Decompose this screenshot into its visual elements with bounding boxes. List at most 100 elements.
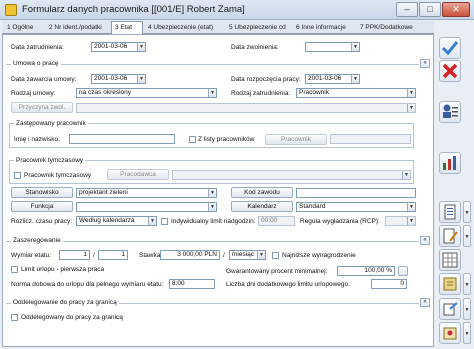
title-bar: Formularz danych pracownika [[001/E] Rob… xyxy=(0,0,474,20)
chevron-down-icon[interactable]: ▼ xyxy=(407,104,415,112)
data-zawarcia-field[interactable]: 2001-03-06 ▼ xyxy=(91,74,146,84)
stanowisko-field[interactable]: projektant zieleni ▼ xyxy=(76,188,217,198)
tab-ppk-dodatkowe[interactable]: 7 PPK/Dodatkowe xyxy=(357,22,433,34)
imie-nazwisko-label: Imię i nazwisko: xyxy=(14,136,60,143)
indywidualny-limit-checkbox[interactable] xyxy=(161,218,168,225)
kalendarz-button[interactable]: Kalendarz xyxy=(231,201,293,212)
data-rozpoczecia-field[interactable]: 2001-03-06 ▼ xyxy=(305,74,360,84)
close-button[interactable]: ✕ xyxy=(442,2,470,17)
rodzaj-zatrudnienia-select[interactable]: Pracownik ▼ xyxy=(296,88,416,98)
wymiar-separator: / xyxy=(93,252,95,259)
calendar-dropdown-icon[interactable]: ▼ xyxy=(351,43,359,51)
tab-strip: 1 Ogólne 2 Nr ident./podatki 3 Etat 4 Ub… xyxy=(2,21,434,35)
archive-icon xyxy=(443,327,457,340)
cancel-button[interactable] xyxy=(439,60,461,82)
kod-zawodu-field[interactable] xyxy=(296,188,416,198)
oddelegowany-checkbox[interactable] xyxy=(11,314,18,321)
archive-button[interactable] xyxy=(439,322,461,344)
imie-nazwisko-field[interactable] xyxy=(69,134,175,144)
limit-urlopu-checkbox[interactable] xyxy=(11,266,18,273)
minimize-button[interactable]: – xyxy=(396,2,418,17)
save-button[interactable] xyxy=(439,37,461,59)
collapse-icon[interactable]: « xyxy=(420,298,430,307)
export-dropdown[interactable]: ▼ xyxy=(463,298,471,320)
etat-panel: Data zatrudnienia: 2001-03-06 ▼ Data zwol… xyxy=(2,34,434,347)
gwarantowany-procent-field[interactable]: 100,00 % xyxy=(337,266,395,276)
pracownik-button[interactable]: Pracownik xyxy=(265,134,327,145)
print-button[interactable] xyxy=(439,201,461,223)
calendar-dropdown-icon[interactable]: ▼ xyxy=(137,75,145,83)
print-dropdown[interactable]: ▼ xyxy=(463,201,471,223)
pracownik-tymczasowy-label: Pracownik tymczasowy xyxy=(24,172,92,179)
grid-icon xyxy=(442,252,458,268)
tab-etat[interactable]: 3 Etat xyxy=(111,21,143,35)
pracodawca-button[interactable]: Pracodawca xyxy=(107,169,169,180)
funkcja-field[interactable]: ▼ xyxy=(76,202,217,212)
zastepowany-title: Zastępowany pracownik xyxy=(14,120,88,127)
tab-ubezpieczenie-cd[interactable]: 5 Ubezpieczenie cd xyxy=(226,22,292,34)
tab-ogolne[interactable]: 1 Ogólne xyxy=(4,22,44,34)
calendar-dropdown-icon[interactable]: ▼ xyxy=(351,75,359,83)
document-edit-button[interactable] xyxy=(439,225,461,247)
stanowisko-button[interactable]: Stanowisko xyxy=(11,187,73,198)
chevron-down-icon[interactable]: ▼ xyxy=(208,203,216,211)
rodzaj-umowy-label: Rodzaj umowy: xyxy=(11,90,56,97)
z-listy-label: Z listy pracowników xyxy=(198,136,255,143)
kod-zawodu-button[interactable]: Kod zawodu xyxy=(231,187,293,198)
stawka-label: Stawka: xyxy=(139,252,163,259)
archive-dropdown[interactable]: ▼ xyxy=(463,322,471,344)
wymiar-etatu-label: Wymiar etatu: xyxy=(11,252,52,259)
chevron-down-icon[interactable]: ▼ xyxy=(257,251,265,259)
wymiar-licznik-field[interactable]: 1 xyxy=(59,250,90,260)
chart-button[interactable] xyxy=(439,152,461,174)
schedule-button[interactable] xyxy=(439,249,461,271)
limit-nadgodzin-field[interactable]: 00:00 xyxy=(258,216,295,226)
divider xyxy=(6,241,419,242)
funkcja-button[interactable]: Funkcja xyxy=(11,201,73,212)
rodzaj-zatrudnienia-label: Rodzaj zatrudnienia: xyxy=(231,90,291,97)
stawka-field[interactable]: 3 000,00 PLN xyxy=(160,250,220,260)
tab-nr-ident[interactable]: 2 Nr ident./podatki xyxy=(46,22,108,34)
rodzaj-umowy-select[interactable]: na czas określony ▼ xyxy=(76,88,217,98)
collapse-icon[interactable]: « xyxy=(420,59,430,68)
attachment-dropdown[interactable]: ▼ xyxy=(463,273,471,295)
calendar-dropdown-icon[interactable]: ▼ xyxy=(137,43,145,51)
najnizsze-wynagrodzenie-label: Najniższe wynagrodzenie xyxy=(282,252,356,259)
attachment-button[interactable] xyxy=(439,273,461,295)
liczba-dni-field[interactable]: 0 xyxy=(371,279,407,289)
tab-ubezpieczenie-etat[interactable]: 4 Ubezpieczenie (etat) xyxy=(145,22,225,34)
collapse-icon[interactable]: « xyxy=(420,236,430,245)
limit-urlopu-label: Limit urlopu - pierwsza praca xyxy=(21,266,105,273)
export-button[interactable] xyxy=(439,298,461,320)
chevron-down-icon[interactable]: ▼ xyxy=(208,89,216,97)
pracownik-tymczasowy-checkbox[interactable] xyxy=(14,172,21,179)
wymiar-mianownik-field[interactable]: 1 xyxy=(98,250,128,260)
kalendarz-field[interactable]: Standard ▼ xyxy=(296,202,416,212)
norma-dobowa-field[interactable]: 8:00 xyxy=(169,279,215,289)
przyczyna-zwol-button[interactable]: Przyczyna zwol. xyxy=(11,102,73,113)
data-zatrudnienia-field[interactable]: 2001-03-06 ▼ xyxy=(91,42,146,52)
pracownik-field[interactable] xyxy=(330,134,411,144)
chevron-down-icon[interactable]: ▼ xyxy=(208,189,216,197)
najnizsze-wynagrodzenie-checkbox[interactable] xyxy=(272,252,279,259)
document-edit-dropdown[interactable]: ▼ xyxy=(463,225,471,247)
rozlicz-czasu-label: Rozlicz. czasu pracy: xyxy=(11,218,73,225)
chevron-down-icon[interactable]: ▼ xyxy=(407,89,415,97)
przyczyna-zwol-select[interactable]: ▼ xyxy=(76,103,416,113)
edit-button[interactable] xyxy=(398,266,408,276)
chevron-down-icon[interactable]: ▼ xyxy=(402,171,410,179)
maximize-button[interactable]: □ xyxy=(419,2,441,17)
chevron-down-icon[interactable]: ▼ xyxy=(407,203,415,211)
person-list-icon xyxy=(443,104,458,118)
data-zwolnienia-field[interactable]: ▼ xyxy=(305,42,360,52)
rozlicz-czasu-select[interactable]: Według kalendarza ▼ xyxy=(76,216,157,226)
z-listy-checkbox[interactable] xyxy=(189,136,196,143)
tab-inne-informacje[interactable]: 6 Inne informacje xyxy=(293,22,356,34)
norma-dobowa-label: Norma dobowa do urlopu dla pełnego wymia… xyxy=(11,281,164,288)
employee-list-button[interactable] xyxy=(439,101,461,123)
chevron-down-icon[interactable]: ▼ xyxy=(407,217,415,225)
stawka-okres-select[interactable]: miesiąc ▼ xyxy=(229,250,266,260)
chevron-down-icon[interactable]: ▼ xyxy=(148,217,156,225)
pracodawca-field[interactable]: ▼ xyxy=(172,170,411,180)
regula-wygladzania-select[interactable]: ▼ xyxy=(385,216,416,226)
